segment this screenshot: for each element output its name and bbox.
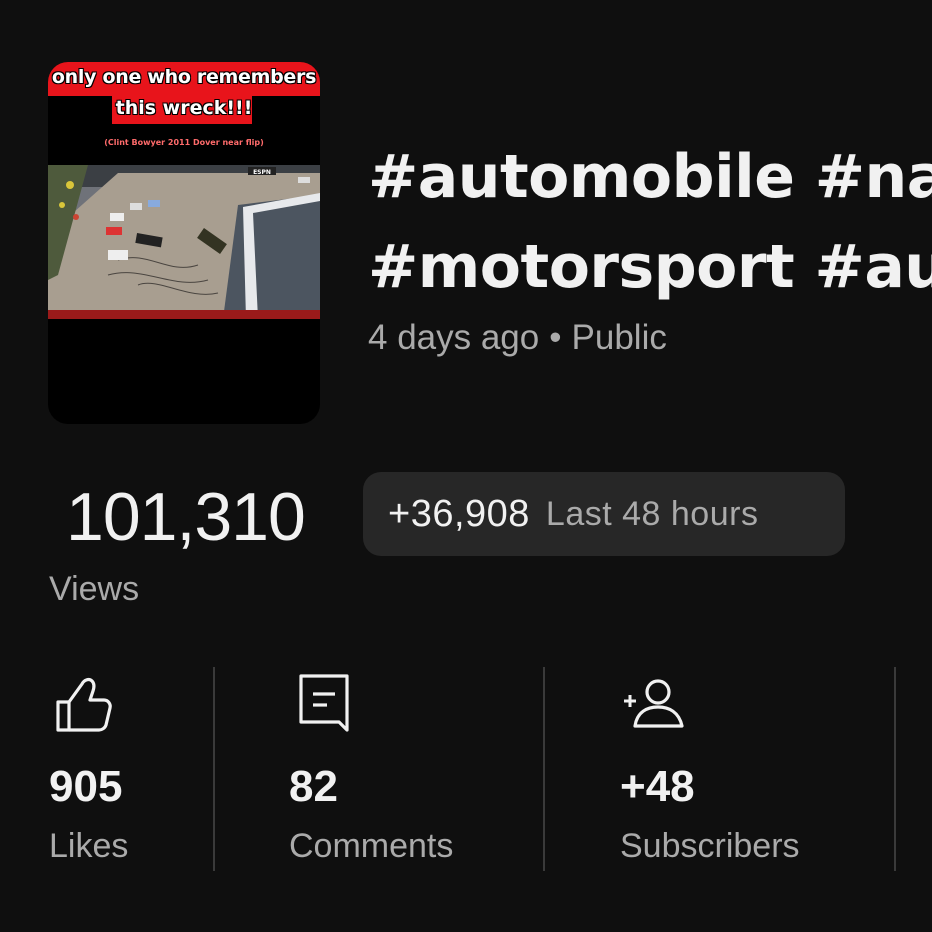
thumbnail-caption-line2: this wreck!!! bbox=[115, 97, 253, 119]
race-footage-image: ESPN bbox=[48, 165, 320, 319]
likes-label: Likes bbox=[49, 827, 129, 865]
video-visibility: Public bbox=[571, 318, 667, 357]
video-title-line2: #motorsport #au bbox=[368, 232, 932, 302]
views-delta-pill[interactable]: +36,908 Last 48 hours bbox=[363, 472, 845, 556]
views-delta-period: Last 48 hours bbox=[545, 494, 759, 533]
video-title-line1: #automobile #na bbox=[368, 142, 932, 212]
network-logo: ESPN bbox=[253, 169, 271, 176]
views-count: 101,310 bbox=[66, 479, 306, 555]
thumbnail-subcaption: (Clint Bowyer 2011 Dover near flip) bbox=[104, 138, 264, 147]
video-title[interactable]: #automobile #na #motorsport #au bbox=[368, 132, 932, 312]
stat-divider bbox=[894, 667, 896, 871]
meta-separator: • bbox=[549, 318, 562, 357]
stat-divider bbox=[543, 667, 545, 871]
comments-count: 82 bbox=[289, 762, 338, 811]
video-age: 4 days ago bbox=[368, 318, 540, 357]
views-label: Views bbox=[49, 570, 140, 608]
add-person-icon bbox=[624, 679, 684, 728]
comment-icon bbox=[299, 674, 349, 732]
subscribers-count: +48 bbox=[620, 762, 695, 811]
thumbnail-caption-line1: only one who remembers bbox=[51, 66, 317, 88]
subscribers-label: Subscribers bbox=[620, 827, 800, 865]
video-meta: 4 days ago • Public bbox=[368, 318, 667, 358]
video-analytics-screen: only one who remembers this wreck!!! (Cl… bbox=[0, 0, 932, 932]
likes-count: 905 bbox=[49, 762, 123, 811]
views-delta: +36,908 bbox=[388, 492, 530, 535]
video-thumbnail[interactable]: only one who remembers this wreck!!! (Cl… bbox=[48, 62, 320, 424]
thumbs-up-icon bbox=[56, 677, 112, 732]
comments-label: Comments bbox=[289, 827, 454, 865]
stat-divider bbox=[213, 667, 215, 871]
